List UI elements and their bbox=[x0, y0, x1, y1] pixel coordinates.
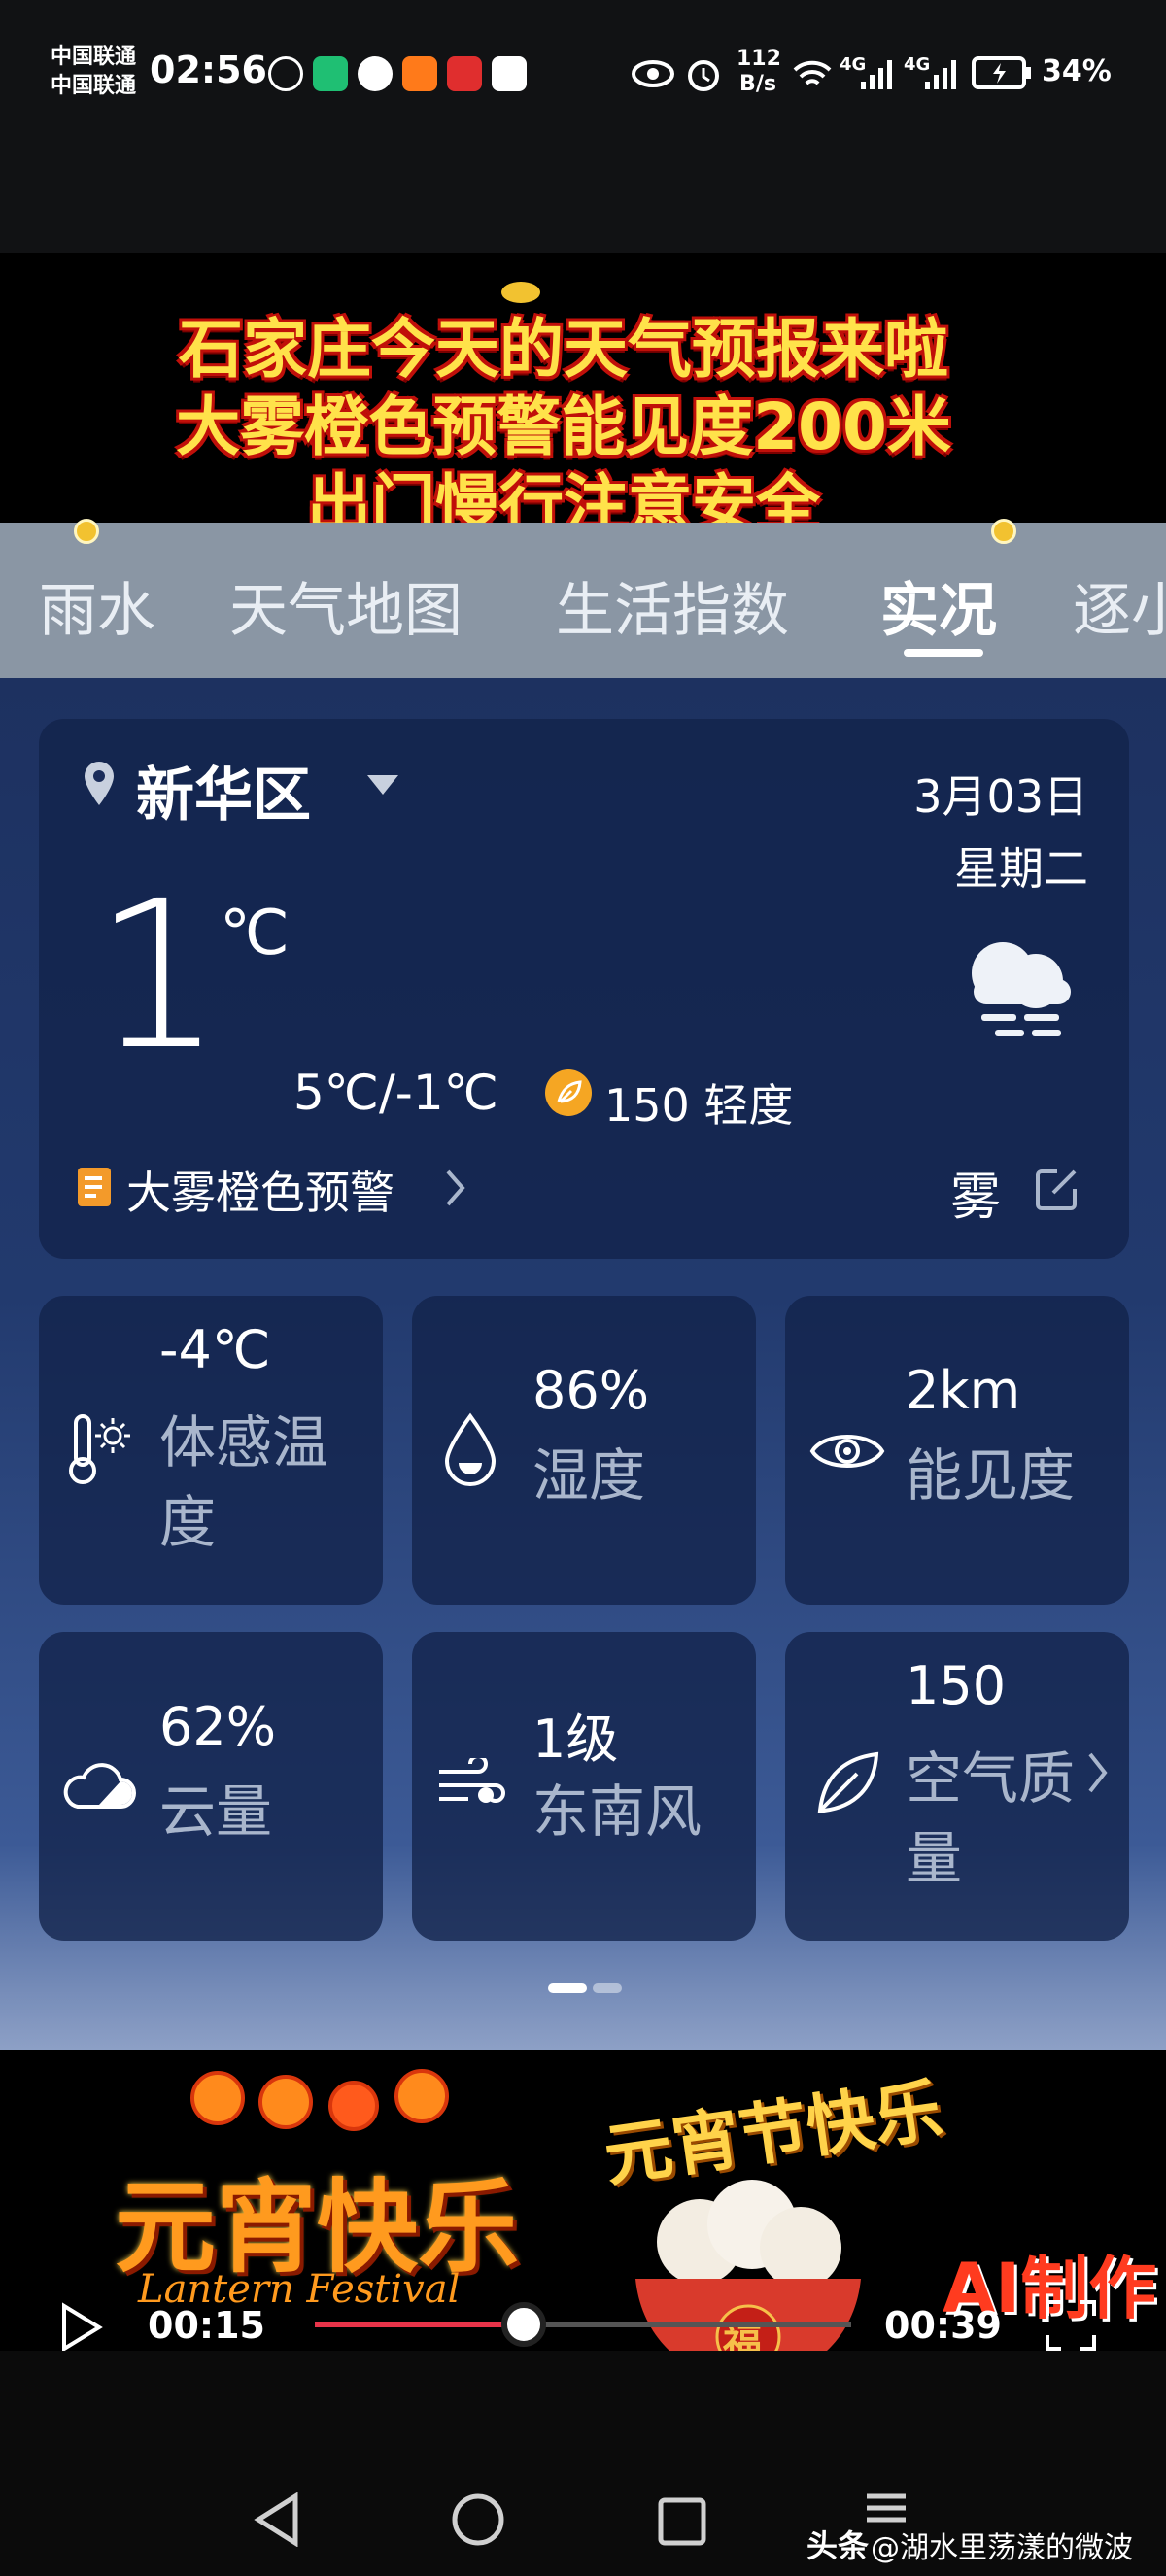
progress-track[interactable] bbox=[315, 2322, 851, 2327]
wind-level-value: 1级 bbox=[532, 1709, 619, 1770]
video-black-band bbox=[0, 155, 1166, 253]
date: 3月03日 bbox=[913, 770, 1088, 823]
wifi-icon bbox=[793, 60, 832, 85]
back-icon[interactable] bbox=[253, 2492, 301, 2547]
leaf-aqi-icon bbox=[545, 1069, 592, 1116]
air-quality-value: 150 bbox=[906, 1655, 1007, 1716]
visibility-value: 2km bbox=[906, 1360, 1021, 1421]
feels-like-value: -4℃ bbox=[159, 1319, 271, 1380]
tab-life-index[interactable]: 生活指数 bbox=[556, 563, 789, 648]
progress-handle[interactable] bbox=[501, 2302, 547, 2347]
lantern-faces-icon bbox=[190, 2069, 449, 2131]
video-title-overlay: 石家庄今天的天气预报来啦 大雾橙色预警能见度200米 出门慢行注意安全 bbox=[0, 253, 1166, 542]
system-nav-bar: 头条 @湖水里荡漾的微波 bbox=[0, 2351, 1166, 2576]
gold-ingot-icon bbox=[501, 282, 540, 303]
progress-fill bbox=[315, 2322, 525, 2327]
droplet-icon bbox=[444, 1412, 497, 1486]
chat-icon bbox=[358, 56, 393, 91]
leaf-icon bbox=[817, 1751, 879, 1813]
notification-app-icon bbox=[402, 56, 437, 91]
signal-icon bbox=[925, 60, 956, 89]
cloud-icon bbox=[63, 1763, 136, 1809]
wind-direction-label: 东南风 bbox=[532, 1779, 703, 1845]
weather-condition: 雾 bbox=[950, 1169, 1002, 1227]
chevron-right-icon[interactable] bbox=[443, 1168, 468, 1208]
current-time: 00:15 bbox=[148, 2304, 265, 2347]
tab-weather-map[interactable]: 天气地图 bbox=[229, 563, 463, 648]
cloud-cover-tile[interactable]: 62% 云量 bbox=[39, 1632, 383, 1941]
signal-icon bbox=[861, 60, 892, 89]
watermark-author: @湖水里荡漾的微波 bbox=[871, 2531, 1133, 2565]
notification-app-icon bbox=[268, 56, 303, 91]
net-speed-value: 112 bbox=[737, 47, 781, 71]
temperature-unit: ℃ bbox=[220, 898, 290, 969]
overlay-line-2: 大雾橙色预警能见度200米 bbox=[176, 390, 951, 464]
watermark-app: 头条 bbox=[806, 2527, 870, 2564]
feels-like-tile[interactable]: -4℃ 体感温度 bbox=[39, 1296, 383, 1605]
warning-doc-icon bbox=[78, 1168, 111, 1206]
toutiao-icon bbox=[447, 56, 482, 91]
wind-tile[interactable]: 1级 东南风 bbox=[412, 1632, 756, 1941]
coin-icon bbox=[74, 519, 99, 544]
status-bar: 中国联通 中国联通 02:56 112 B/s 4G 4G 34% bbox=[0, 0, 1166, 155]
home-icon[interactable] bbox=[451, 2492, 505, 2547]
battery-percent: 34% bbox=[1042, 54, 1112, 88]
location-name[interactable]: 新华区 bbox=[136, 748, 311, 832]
fog-icon bbox=[972, 942, 1071, 1036]
chevron-right-icon bbox=[1088, 1752, 1108, 1793]
location-pin-icon bbox=[85, 762, 114, 805]
tab-active-indicator bbox=[904, 649, 983, 657]
edit-icon[interactable] bbox=[1034, 1166, 1080, 1212]
current-weather-card: 新华区 3月03日 星期二 1 ℃ 5℃/-1℃ 150 轻度 大雾橙色预警 雾 bbox=[39, 719, 1129, 1259]
play-icon[interactable] bbox=[58, 2302, 105, 2353]
fullscreen-icon[interactable] bbox=[1044, 2298, 1098, 2353]
net-speed-unit: B/s bbox=[739, 72, 776, 96]
thermometer-sun-icon bbox=[69, 1414, 130, 1484]
carrier-2: 中国联通 bbox=[51, 74, 137, 98]
feels-like-label: 体感温度 bbox=[159, 1409, 329, 1555]
status-time: 02:56 bbox=[150, 49, 267, 91]
humidity-tile[interactable]: 86% 湿度 bbox=[412, 1296, 756, 1605]
page-indicator-active bbox=[548, 1983, 587, 1993]
weekday: 星期二 bbox=[954, 842, 1088, 895]
cloud-cover-value: 62% bbox=[159, 1696, 277, 1757]
duration: 00:39 bbox=[884, 2304, 1002, 2347]
air-quality-tile[interactable]: 150 空气质量 bbox=[785, 1632, 1129, 1941]
menu-icon[interactable] bbox=[863, 2491, 909, 2525]
alarm-icon bbox=[688, 60, 719, 91]
tab-hourly[interactable]: 逐小 bbox=[1073, 563, 1166, 648]
notification-app-icon bbox=[492, 56, 527, 91]
aqi-summary[interactable]: 150 轻度 bbox=[604, 1070, 793, 1135]
notification-app-icon bbox=[313, 56, 348, 91]
humidity-value: 86% bbox=[532, 1360, 650, 1421]
visibility-tile[interactable]: 2km 能见度 bbox=[785, 1296, 1129, 1605]
air-quality-label: 空气质量 bbox=[906, 1746, 1076, 1891]
recents-icon[interactable] bbox=[657, 2496, 707, 2547]
carrier-1: 中国联通 bbox=[51, 45, 137, 69]
coin-icon bbox=[991, 519, 1016, 544]
page-indicator bbox=[593, 1983, 622, 1993]
wind-icon bbox=[439, 1758, 505, 1803]
eye-icon bbox=[809, 1435, 885, 1468]
visibility-label: 能见度 bbox=[906, 1442, 1076, 1508]
current-temperature: 1 bbox=[93, 857, 223, 1095]
temperature-range: 5℃/-1℃ bbox=[293, 1065, 498, 1121]
tab-live[interactable]: 实况 bbox=[880, 563, 997, 648]
humidity-label: 湿度 bbox=[532, 1442, 646, 1508]
tab-rain[interactable]: 雨水 bbox=[39, 563, 155, 648]
battery-icon bbox=[972, 56, 1031, 89]
eye-care-icon bbox=[632, 60, 674, 87]
cloud-cover-label: 云量 bbox=[159, 1779, 273, 1845]
chevron-down-icon[interactable] bbox=[365, 773, 400, 797]
overlay-line-1: 石家庄今天的天气预报来啦 bbox=[179, 312, 948, 387]
weather-panel: 新华区 3月03日 星期二 1 ℃ 5℃/-1℃ 150 轻度 大雾橙色预警 雾 bbox=[0, 678, 1166, 2050]
fog-warning-link[interactable]: 大雾橙色预警 bbox=[126, 1158, 394, 1222]
